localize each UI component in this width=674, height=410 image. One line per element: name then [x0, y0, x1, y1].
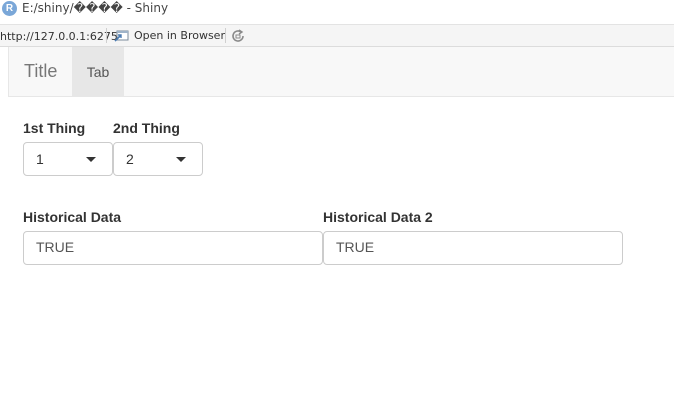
navbar-brand: Title	[24, 61, 58, 81]
historical-data-input[interactable]: TRUE	[23, 231, 323, 265]
toolbar-divider	[106, 28, 107, 43]
navbar: Title Tab	[8, 47, 674, 97]
open-in-browser-label: Open in Browser	[134, 29, 225, 42]
refresh-icon[interactable]	[230, 28, 246, 44]
tab-tab[interactable]: Tab	[72, 47, 124, 96]
caret-down-icon	[176, 157, 186, 162]
historical-data-2-input[interactable]: TRUE	[323, 231, 623, 265]
historical-data-2-label: Historical Data 2	[323, 209, 433, 225]
thing1-select[interactable]: 1	[23, 142, 113, 176]
caret-down-icon	[86, 157, 96, 162]
window-title-bar: R E:/shiny/���� - Shiny	[0, 0, 674, 24]
window-title: E:/shiny/���� - Shiny	[22, 1, 169, 15]
thing2-value: 2	[126, 151, 134, 167]
thing1-value: 1	[36, 151, 44, 167]
historical-data-label: Historical Data	[23, 209, 122, 225]
thing2-label: 2nd Thing	[113, 120, 180, 136]
open-in-browser-button[interactable]: Open in Browser	[114, 29, 225, 42]
browser-icon	[114, 30, 129, 42]
r-logo-icon: R	[2, 1, 17, 16]
toolbar-divider	[225, 28, 226, 43]
url-display[interactable]: http://127.0.0.1:6275	[0, 30, 118, 43]
thing2-select[interactable]: 2	[113, 142, 203, 176]
viewer-toolbar: http://127.0.0.1:6275 Open in Browser	[0, 24, 674, 47]
thing1-label: 1st Thing	[23, 120, 86, 136]
